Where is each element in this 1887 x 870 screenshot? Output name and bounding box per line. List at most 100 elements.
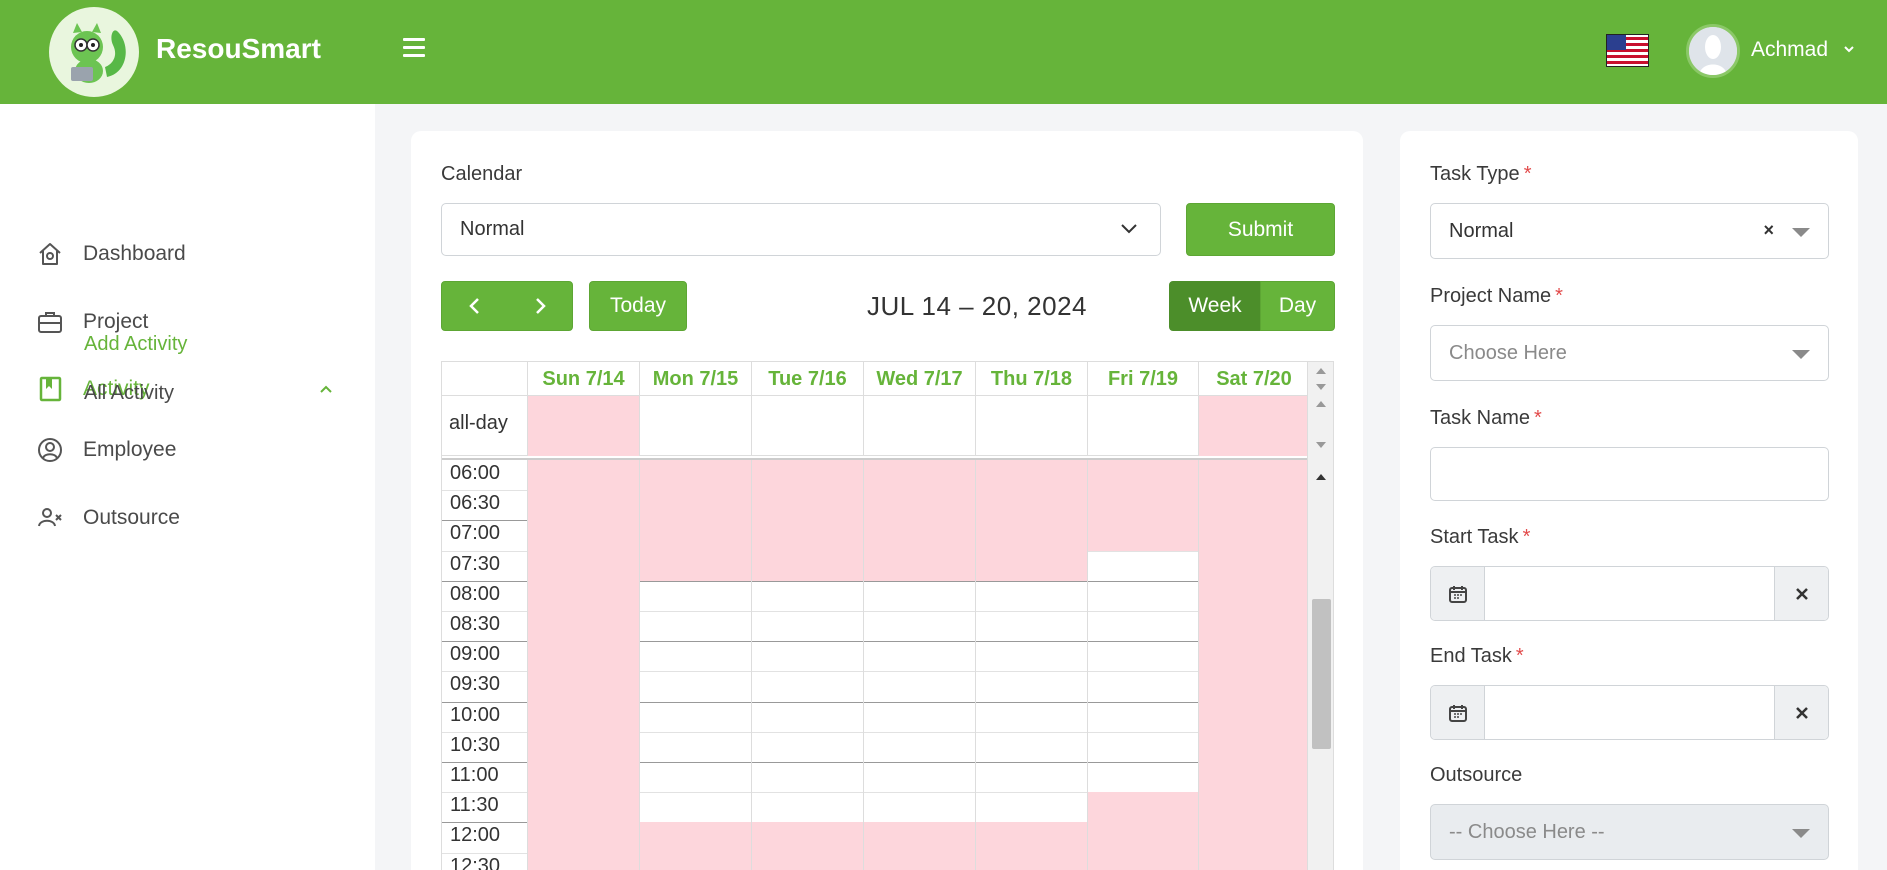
clear-start-task-icon[interactable]: [1774, 567, 1828, 620]
time-slot-cell[interactable]: [527, 792, 639, 823]
time-slot-cell[interactable]: [863, 671, 975, 702]
time-slot-cell[interactable]: [863, 762, 975, 793]
time-slot-cell[interactable]: [527, 762, 639, 793]
time-slot-cell[interactable]: [639, 520, 751, 551]
time-slot-cell[interactable]: [1087, 762, 1198, 793]
time-slot-cell[interactable]: [639, 611, 751, 642]
time-slot-cell[interactable]: [527, 701, 639, 732]
today-button[interactable]: Today: [589, 281, 687, 331]
time-slot-cell[interactable]: [1198, 701, 1307, 732]
sidebar-subitem-all-activity[interactable]: All Activity: [84, 382, 174, 405]
time-slot-cell[interactable]: [527, 611, 639, 642]
time-slot-cell[interactable]: [863, 701, 975, 732]
time-slot-cell[interactable]: [639, 460, 751, 491]
project-name-select[interactable]: Choose Here: [1430, 325, 1829, 381]
time-slot-cell[interactable]: [863, 792, 975, 823]
scroll-up-arrow-icon[interactable]: [1316, 368, 1326, 374]
time-slot-cell[interactable]: [751, 731, 863, 762]
time-slot-cell[interactable]: [527, 731, 639, 762]
time-slot-cell[interactable]: [1198, 822, 1307, 853]
brand-logo[interactable]: [49, 7, 139, 97]
calendar-scrollbar[interactable]: [1307, 362, 1333, 870]
user-name[interactable]: Achmad: [1751, 38, 1828, 62]
time-slot-cell[interactable]: [1198, 852, 1307, 870]
sidebar-item-dashboard[interactable]: Dashboard: [36, 238, 186, 270]
time-slot-cell[interactable]: [863, 520, 975, 551]
day-header-tue[interactable]: Tue 7/16: [751, 362, 863, 396]
time-slot-cell[interactable]: [1087, 490, 1198, 521]
time-slot-cell[interactable]: [639, 490, 751, 521]
time-slot-cell[interactable]: [527, 852, 639, 870]
scroll-down-arrow-icon[interactable]: [1316, 442, 1326, 448]
next-arrow-icon[interactable]: [532, 296, 548, 316]
time-slot-cell[interactable]: [527, 822, 639, 853]
time-slot-cell[interactable]: [751, 520, 863, 551]
calendar-icon[interactable]: [1431, 686, 1485, 739]
time-slot-cell[interactable]: [1087, 792, 1198, 823]
calendar-select[interactable]: Normal: [441, 203, 1161, 256]
time-slot-cell[interactable]: [1087, 852, 1198, 870]
day-header-fri[interactable]: Fri 7/19: [1087, 362, 1198, 396]
time-slot-cell[interactable]: [751, 460, 863, 491]
time-slot-cell[interactable]: [1087, 520, 1198, 551]
time-slot-cell[interactable]: [527, 641, 639, 672]
time-slot-cell[interactable]: [975, 580, 1087, 611]
time-slot-cell[interactable]: [863, 460, 975, 491]
time-slot-cell[interactable]: [1087, 701, 1198, 732]
time-slot-cell[interactable]: [639, 641, 751, 672]
time-slot-cell[interactable]: [751, 490, 863, 521]
time-slot-cell[interactable]: [1087, 822, 1198, 853]
day-header-mon[interactable]: Mon 7/15: [639, 362, 751, 396]
time-slot-cell[interactable]: [751, 611, 863, 642]
prev-arrow-icon[interactable]: [467, 296, 483, 316]
time-slot-cell[interactable]: [1198, 580, 1307, 611]
time-slot-cell[interactable]: [639, 852, 751, 870]
time-slot-cell[interactable]: [1198, 550, 1307, 581]
time-slot-cell[interactable]: [527, 580, 639, 611]
time-slot-cell[interactable]: [639, 671, 751, 702]
clear-icon[interactable]: ×: [1763, 220, 1774, 241]
allday-cell[interactable]: [527, 396, 639, 456]
time-slot-cell[interactable]: [751, 852, 863, 870]
time-slot-cell[interactable]: [1198, 490, 1307, 521]
outsource-select[interactable]: -- Choose Here --: [1430, 804, 1829, 860]
time-slot-cell[interactable]: [1087, 550, 1198, 581]
us-flag-icon[interactable]: [1606, 34, 1649, 67]
user-avatar[interactable]: [1686, 24, 1740, 78]
time-slot-cell[interactable]: [527, 671, 639, 702]
time-slot-cell[interactable]: [863, 611, 975, 642]
sidebar-item-outsource[interactable]: Outsource: [36, 502, 180, 534]
time-slot-cell[interactable]: [751, 822, 863, 853]
time-slot-cell[interactable]: [751, 762, 863, 793]
time-slot-cell[interactable]: [639, 580, 751, 611]
time-slot-cell[interactable]: [1198, 641, 1307, 672]
allday-cell[interactable]: [975, 396, 1087, 456]
calendar-icon[interactable]: [1431, 567, 1485, 620]
time-slot-cell[interactable]: [975, 520, 1087, 551]
time-slot-cell[interactable]: [527, 550, 639, 581]
time-slot-cell[interactable]: [1198, 460, 1307, 491]
time-slot-cell[interactable]: [863, 641, 975, 672]
chevron-down-icon[interactable]: [1843, 43, 1855, 55]
sidebar-subitem-add-activity[interactable]: Add Activity: [84, 333, 187, 356]
time-slot-cell[interactable]: [975, 852, 1087, 870]
day-view-button[interactable]: Day: [1260, 281, 1335, 331]
time-slot-cell[interactable]: [1198, 792, 1307, 823]
time-slot-cell[interactable]: [527, 520, 639, 551]
time-slot-cell[interactable]: [751, 671, 863, 702]
time-slot-cell[interactable]: [975, 762, 1087, 793]
time-slot-cell[interactable]: [751, 580, 863, 611]
time-slot-cell[interactable]: [863, 822, 975, 853]
time-slot-cell[interactable]: [975, 460, 1087, 491]
time-slot-cell[interactable]: [1087, 460, 1198, 491]
submit-button[interactable]: Submit: [1186, 203, 1335, 256]
allday-cell[interactable]: [751, 396, 863, 456]
time-slot-cell[interactable]: [863, 490, 975, 521]
week-view-button[interactable]: Week: [1169, 281, 1261, 331]
time-slot-cell[interactable]: [975, 822, 1087, 853]
time-slot-cell[interactable]: [751, 550, 863, 581]
time-slot-cell[interactable]: [1198, 762, 1307, 793]
allday-cell[interactable]: [639, 396, 751, 456]
time-slot-cell[interactable]: [863, 550, 975, 581]
time-slot-cell[interactable]: [1087, 611, 1198, 642]
